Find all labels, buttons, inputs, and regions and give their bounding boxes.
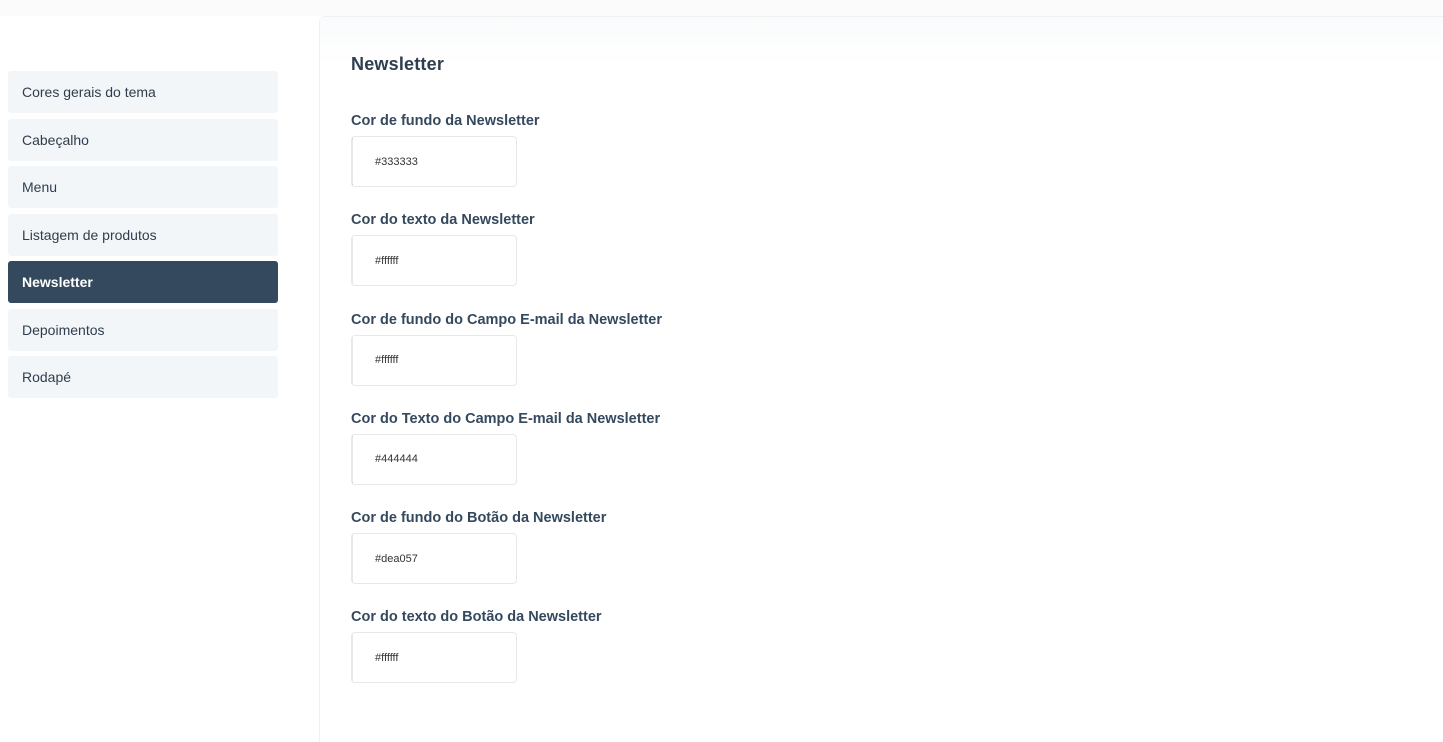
page-title: Newsletter xyxy=(351,54,445,74)
field-label: Cor do Texto do Campo E-mail da Newslett… xyxy=(351,410,661,427)
color-picker xyxy=(351,433,517,485)
hex-color-input[interactable] xyxy=(353,633,516,683)
sidebar-item-listagem-produtos[interactable]: Listagem de produtos xyxy=(8,213,278,256)
field-label: Cor do texto do Botão da Newsletter xyxy=(351,609,602,626)
hex-color-input[interactable] xyxy=(353,335,516,385)
sidebar-item-rodape[interactable]: Rodapé xyxy=(8,356,278,398)
field-newsletter-bg: Cor de fundo da Newsletter xyxy=(351,112,662,211)
hex-color-input[interactable] xyxy=(353,236,516,286)
hex-color-input[interactable] xyxy=(353,434,516,484)
main-header xyxy=(320,17,1443,65)
color-picker xyxy=(351,632,517,684)
field-button-text: Cor do texto do Botão da Newsletter xyxy=(351,608,662,707)
sidebar-item-depoimentos[interactable]: Depoimentos xyxy=(8,308,278,351)
top-bar xyxy=(0,0,1443,16)
sidebar-item-cores-gerais[interactable]: Cores gerais do tema xyxy=(8,71,278,113)
sidebar-item-cabecalho[interactable]: Cabeçalho xyxy=(8,118,278,161)
field-label: Cor de fundo da Newsletter xyxy=(351,113,540,129)
field-label: Cor de fundo do Campo E-mail da Newslett… xyxy=(351,311,662,328)
field-label: Cor do texto da Newsletter xyxy=(351,212,535,229)
sidebar-item-newsletter[interactable]: Newsletter xyxy=(8,261,278,303)
color-picker xyxy=(351,533,517,585)
hex-color-input[interactable] xyxy=(353,137,516,186)
color-picker xyxy=(351,136,517,187)
color-fields: Cor de fundo da Newsletter Cor do texto … xyxy=(351,112,662,708)
color-picker xyxy=(351,334,517,386)
field-label: Cor de fundo do Botão da Newsletter xyxy=(351,510,607,527)
sidebar-item-menu[interactable]: Menu xyxy=(8,166,278,208)
field-button-bg: Cor de fundo do Botão da Newsletter xyxy=(351,509,662,608)
field-email-bg: Cor de fundo do Campo E-mail da Newslett… xyxy=(351,311,662,410)
hex-color-input[interactable] xyxy=(353,534,516,584)
main-panel: Newsletter Cor de fundo da Newsletter Co… xyxy=(319,16,1443,742)
field-email-text: Cor do Texto do Campo E-mail da Newslett… xyxy=(351,410,662,509)
page: Cores gerais do tema Cabeçalho Menu List… xyxy=(0,0,1443,742)
color-picker xyxy=(351,235,517,287)
sidebar: Cores gerais do tema Cabeçalho Menu List… xyxy=(8,71,278,404)
field-newsletter-text: Cor do texto da Newsletter xyxy=(351,211,662,310)
